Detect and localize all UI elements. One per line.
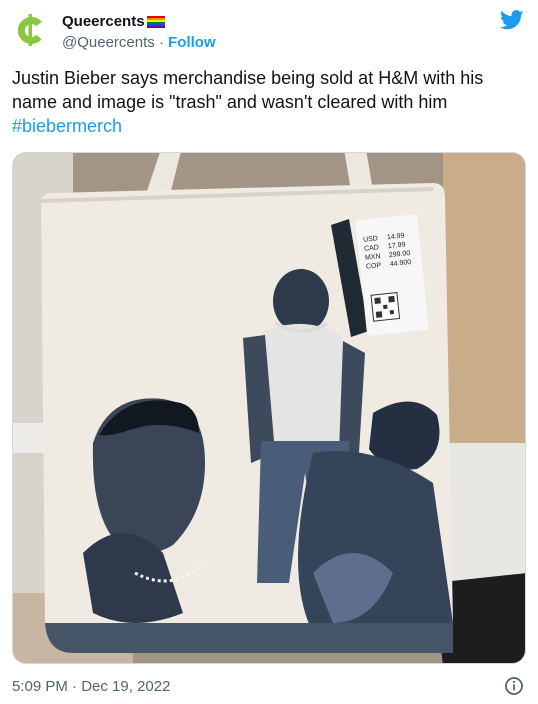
info-icon[interactable] <box>504 676 524 696</box>
rainbow-flag-icon <box>146 16 165 28</box>
tweet-photo[interactable]: USD CAD MXN COP 14.99 17.99 299.00 44.90… <box>12 152 526 664</box>
avatar[interactable] <box>12 12 48 48</box>
tweet-text: Justin Bieber says merchandise being sol… <box>12 66 526 138</box>
user-block: Queercents @Queercents · Follow <box>62 12 216 53</box>
handle-line: @Queercents · Follow <box>62 33 216 53</box>
cent-sign-logo-icon <box>17 14 42 46</box>
display-name[interactable]: Queercents <box>62 12 145 32</box>
timestamp[interactable]: 5:09 PM · Dec 19, 2022 <box>12 677 170 697</box>
tweet-body: Justin Bieber says merchandise being sol… <box>12 68 484 112</box>
hashtag-link[interactable]: #biebermerch <box>12 116 122 136</box>
twitter-bird-icon[interactable] <box>500 10 524 30</box>
display-name-row[interactable]: Queercents <box>62 12 216 32</box>
tweet-card: Queercents @Queercents · Follow Justin B… <box>0 0 538 704</box>
follow-link[interactable]: Follow <box>168 34 216 51</box>
tote-bag-photo: USD CAD MXN COP 14.99 17.99 299.00 44.90… <box>13 153 525 663</box>
handle[interactable]: @Queercents <box>62 34 155 51</box>
separator: · <box>158 34 164 51</box>
